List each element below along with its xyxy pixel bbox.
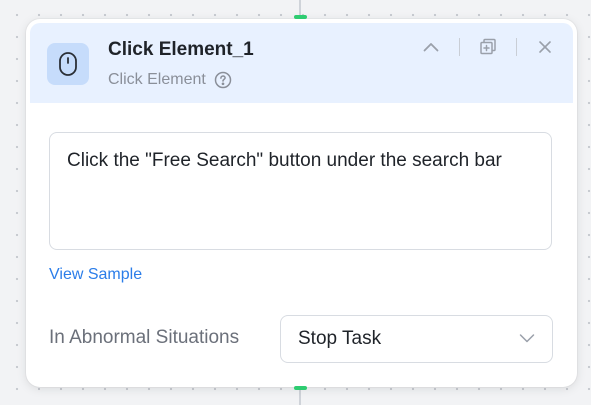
node-header: Click Element_1 Click Element — [30, 23, 573, 103]
close-icon[interactable] — [533, 35, 557, 59]
node-type-text: Click Element — [108, 71, 206, 88]
abnormal-action-select[interactable]: Stop Task — [280, 315, 553, 363]
node-title: Click Element_1 — [108, 39, 254, 60]
abnormal-situations-label: In Abnormal Situations — [49, 327, 240, 348]
input-port[interactable] — [294, 15, 307, 19]
view-sample-link[interactable]: View Sample — [49, 266, 142, 284]
question-circle-icon[interactable] — [214, 71, 232, 89]
element-description-textarea[interactable]: Click the "Free Search" button under the… — [49, 132, 552, 250]
select-value: Stop Task — [298, 328, 382, 349]
node-type-label: Click Element — [108, 71, 232, 89]
mouse-icon — [47, 43, 89, 85]
output-port[interactable] — [294, 386, 307, 390]
copy-add-icon[interactable] — [476, 35, 500, 59]
chevron-up-icon[interactable] — [419, 35, 443, 59]
header-divider — [459, 38, 460, 56]
click-element-node-card[interactable]: Click Element_1 Click Element Click the … — [26, 19, 577, 387]
chevron-down-icon — [519, 330, 535, 348]
header-divider — [516, 38, 517, 56]
header-actions — [419, 35, 557, 59]
